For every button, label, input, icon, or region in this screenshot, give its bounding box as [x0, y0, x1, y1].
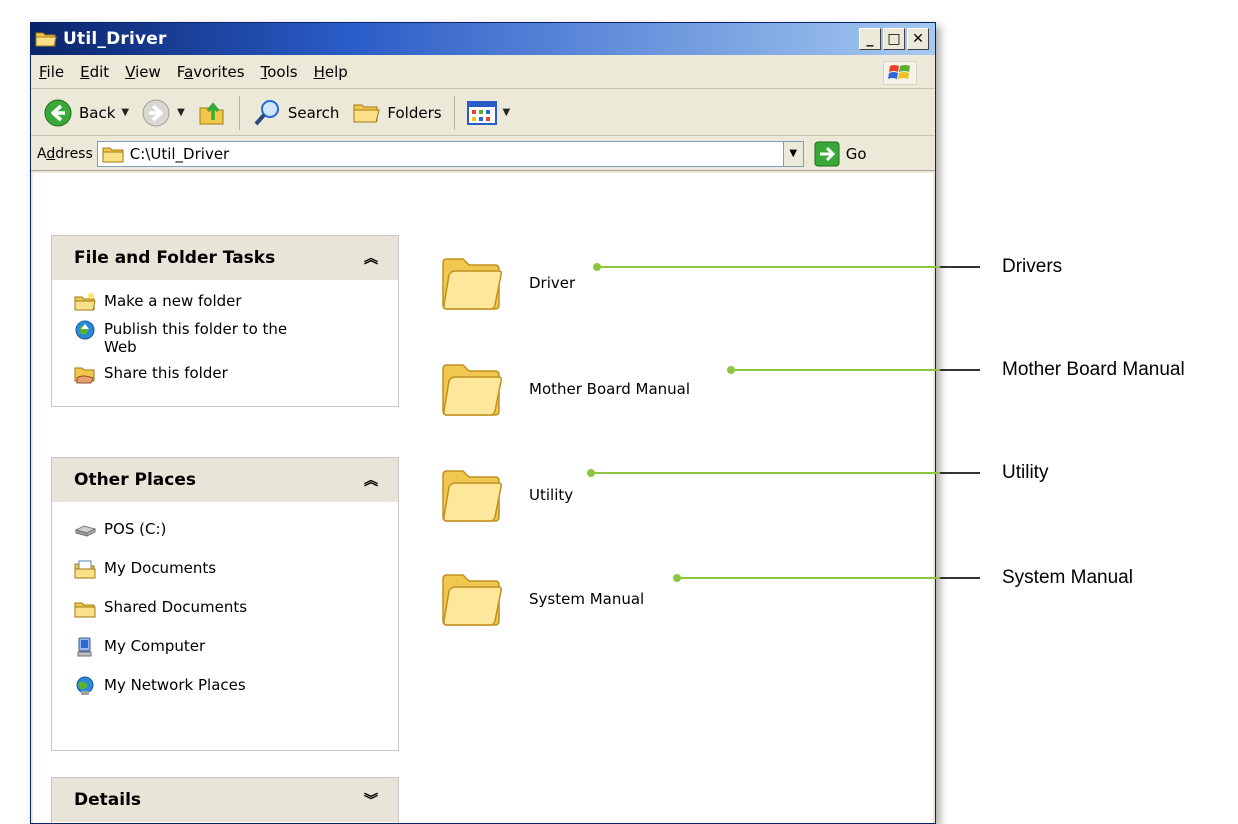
other-places-header[interactable]: Other Places ︽: [52, 458, 398, 502]
callout-label-system-manual: System Manual: [1002, 567, 1133, 588]
forward-button[interactable]: ▼: [135, 98, 191, 128]
views-icon: [466, 100, 497, 125]
callout-label-utility: Utility: [1002, 462, 1049, 483]
go-arrow-icon: [814, 141, 840, 166]
back-arrow-icon: [44, 99, 72, 126]
up-folder-button[interactable]: [191, 98, 233, 128]
folder-up-icon: [199, 101, 224, 124]
explorer-window: Util_Driver _ □ ✕ File Edit View Favorit…: [30, 22, 936, 824]
network-places-icon: [76, 676, 94, 695]
folder-utility[interactable]: Utility: [439, 467, 573, 523]
close-button[interactable]: ✕: [907, 28, 929, 50]
back-button[interactable]: Back ▼: [37, 98, 135, 128]
search-icon: [254, 99, 279, 125]
forward-arrow-icon: [142, 99, 170, 126]
place-my-network-places[interactable]: My Network Places: [74, 676, 388, 696]
callout-label-drivers: Drivers: [1002, 256, 1063, 277]
collapse-chevron-icon[interactable]: ︽: [364, 470, 378, 490]
publish-web-icon: [75, 320, 95, 340]
folder-name: Driver: [529, 274, 576, 292]
folder-icon: [442, 258, 502, 310]
folder-name: Mother Board Manual: [529, 380, 691, 398]
file-folder-tasks-title: File and Folder Tasks: [74, 248, 276, 268]
search-button[interactable]: Search: [246, 98, 346, 128]
views-button[interactable]: ▼: [461, 100, 517, 126]
details-title: Details: [74, 790, 142, 810]
toolbar: Back ▼ ▼ Search Folders ▼: [31, 90, 935, 136]
folders-icon: [353, 104, 381, 122]
menu-help[interactable]: Help: [306, 63, 356, 81]
other-places-title: Other Places: [74, 470, 196, 490]
window-title: Util_Driver: [63, 29, 167, 49]
task-make-new-folder[interactable]: Make a new folder: [74, 292, 388, 312]
share-folder-icon: [74, 367, 95, 384]
address-value: C:\Util_Driver: [129, 144, 230, 163]
details-header[interactable]: Details ︾: [52, 778, 398, 822]
callout-line: [597, 266, 977, 268]
place-pos-drive[interactable]: POS (C:): [74, 520, 388, 540]
menu-bar: File Edit View Favorites Tools Help: [31, 55, 935, 89]
callout-label-mother-board-manual: Mother Board Manual: [1002, 359, 1185, 380]
folder-icon: [442, 470, 502, 522]
address-input[interactable]: C:\Util_Driver ▼: [96, 140, 804, 167]
my-documents-icon: [74, 560, 96, 579]
menu-tools[interactable]: Tools: [253, 63, 306, 81]
callout-line: [677, 577, 977, 579]
file-folder-tasks-header[interactable]: File and Folder Tasks ︽: [52, 236, 398, 280]
menu-favorites[interactable]: Favorites: [169, 63, 253, 81]
hard-drive-icon: [74, 525, 96, 537]
folder-name: System Manual: [529, 590, 645, 608]
maximize-button[interactable]: □: [883, 28, 905, 50]
title-bar[interactable]: Util_Driver _ □ ✕: [31, 23, 935, 55]
callout-line-end: [940, 266, 980, 268]
expand-chevron-icon[interactable]: ︾: [364, 790, 378, 810]
menu-file[interactable]: File: [31, 63, 72, 81]
menu-edit[interactable]: Edit: [72, 63, 117, 81]
callout-line-end: [940, 369, 980, 371]
content-area: File and Folder Tasks ︽ Make a new folde…: [33, 173, 933, 823]
folder-icon: [102, 147, 124, 162]
menu-view[interactable]: View: [117, 63, 169, 81]
address-dropdown-icon[interactable]: ▼: [782, 141, 803, 166]
shared-documents-icon: [74, 602, 96, 618]
folder-mother-board-manual[interactable]: Mother Board Manual: [439, 361, 690, 417]
new-folder-icon: [74, 293, 96, 311]
folder-open-icon: [35, 32, 57, 47]
go-button[interactable]: Go: [814, 141, 867, 167]
place-my-documents[interactable]: My Documents: [74, 559, 388, 579]
forward-dropdown-icon[interactable]: ▼: [177, 107, 185, 118]
my-computer-icon: [77, 637, 92, 657]
place-shared-documents[interactable]: Shared Documents: [74, 598, 388, 618]
task-publish-folder[interactable]: Publish this folder to the Web: [74, 320, 388, 356]
go-label: Go: [845, 144, 867, 163]
file-folder-tasks-panel: File and Folder Tasks ︽ Make a new folde…: [51, 235, 399, 407]
address-bar: Address C:\Util_Driver ▼ Go: [31, 137, 935, 171]
back-label: Back: [79, 103, 116, 122]
place-my-computer[interactable]: My Computer: [74, 637, 388, 657]
address-label: Address: [37, 145, 93, 162]
views-dropdown-icon[interactable]: ▼: [503, 107, 511, 118]
folders-label: Folders: [387, 103, 442, 122]
callout-line: [591, 472, 977, 474]
folder-icon: [442, 364, 502, 416]
folders-button[interactable]: Folders: [345, 98, 447, 128]
windows-logo-icon: [883, 61, 917, 85]
folder-icon: [442, 574, 502, 626]
callout-line-end: [940, 577, 980, 579]
collapse-chevron-icon[interactable]: ︽: [364, 248, 378, 268]
folder-driver[interactable]: Driver: [439, 255, 575, 311]
task-share-folder[interactable]: Share this folder: [74, 364, 388, 384]
other-places-panel: Other Places ︽ POS (C:) My Documents Sha…: [51, 457, 399, 751]
folder-name: Utility: [529, 486, 574, 504]
search-label: Search: [287, 103, 340, 122]
folder-system-manual[interactable]: System Manual: [439, 571, 644, 627]
details-panel: Details ︾: [51, 777, 399, 823]
back-dropdown-icon[interactable]: ▼: [121, 107, 129, 118]
minimize-button[interactable]: _: [859, 28, 881, 50]
callout-line-end: [940, 472, 980, 474]
